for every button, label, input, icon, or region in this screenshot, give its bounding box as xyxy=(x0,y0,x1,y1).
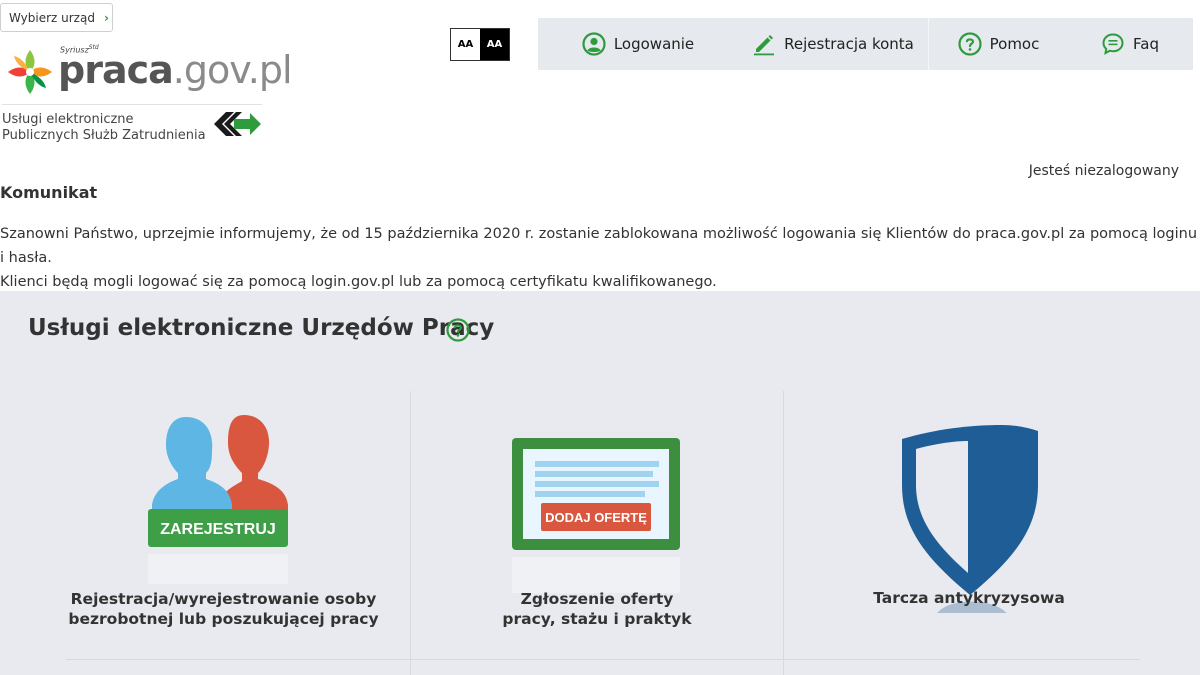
tagline-line1: Usługi elektroniczne xyxy=(2,112,134,127)
top-navigation: Logowanie Rejestracja konta Pomoc Faq xyxy=(538,18,1193,70)
nav-faq[interactable]: Faq xyxy=(1068,18,1192,70)
shield-icon xyxy=(902,425,1038,613)
office-selector-button[interactable]: Wybierz urząd › xyxy=(0,3,113,32)
divider xyxy=(2,104,262,105)
register-button-label: ZAREJESTRUJ xyxy=(160,521,276,538)
question-circle-icon xyxy=(958,32,982,56)
nav-login-label: Logowanie xyxy=(613,35,695,53)
tile-add-offer[interactable]: DODAJ OFERTĘ Zgłoszenie oferty pracy, st… xyxy=(411,391,783,661)
nav-help-label: Pomoc xyxy=(989,35,1040,53)
message-body: Szanowni Państwo, uprzejmie informujemy,… xyxy=(0,222,1200,294)
tile3-caption: Tarcza antykryzysowa xyxy=(873,589,1065,607)
tile1-caption: Rejestracja/wyrejestrowanie osoby bezrob… xyxy=(68,590,379,628)
nav-register-label: Rejestracja konta xyxy=(784,35,914,53)
cards-arrow-icon xyxy=(214,112,261,136)
services-tagline: Usługi elektroniczne Publicznych Służb Z… xyxy=(2,104,264,144)
office-selector-label: Wybierz urząd xyxy=(9,10,95,25)
chat-bubble-icon xyxy=(1102,33,1124,55)
tile-anti-crisis-shield[interactable]: Tarcza antykryzysowa xyxy=(784,391,1154,661)
add-offer-button-label: DODAJ OFERTĘ xyxy=(545,510,647,525)
nav-login[interactable]: Logowanie xyxy=(538,18,738,70)
pinwheel-logo-icon xyxy=(8,50,52,94)
message-title: Komunikat xyxy=(0,183,98,202)
nav-help[interactable]: Pomoc xyxy=(928,18,1068,70)
question-circle-icon[interactable] xyxy=(446,318,470,342)
contrast-high-button[interactable]: AA xyxy=(480,29,509,60)
tile-register-unemployed[interactable]: ZAREJESTRUJ Rejestracja/wyrejestrowanie … xyxy=(0,391,447,661)
chevron-right-icon: › xyxy=(103,10,109,25)
site-logo[interactable]: SyriuszStd praca.gov.pl xyxy=(2,40,293,100)
tagline-line2: Publicznych Służb Zatrudnienia xyxy=(2,128,206,143)
message-line1: Szanowni Państwo, uprzejmie informujemy,… xyxy=(0,226,1198,266)
people-register-icon: ZAREJESTRUJ xyxy=(148,415,288,584)
logo-wordmark: praca.gov.pl xyxy=(58,48,293,92)
pencil-icon xyxy=(754,35,775,56)
contrast-switch: AA AA xyxy=(450,28,510,61)
user-circle-icon xyxy=(582,32,606,56)
nav-faq-label: Faq xyxy=(1133,35,1159,53)
nav-register-account[interactable]: Rejestracja konta xyxy=(738,18,928,70)
contrast-normal-button[interactable]: AA xyxy=(451,29,480,60)
services-panel: Usługi elektroniczne Urzędów Pracy ZAREJ… xyxy=(0,291,1200,675)
tile2-caption: Zgłoszenie oferty pracy, stażu i praktyk xyxy=(502,590,692,628)
login-status: Jesteś niezalogowany xyxy=(1028,163,1179,179)
services-title: Usługi elektroniczne Urzędów Pracy xyxy=(28,315,495,341)
